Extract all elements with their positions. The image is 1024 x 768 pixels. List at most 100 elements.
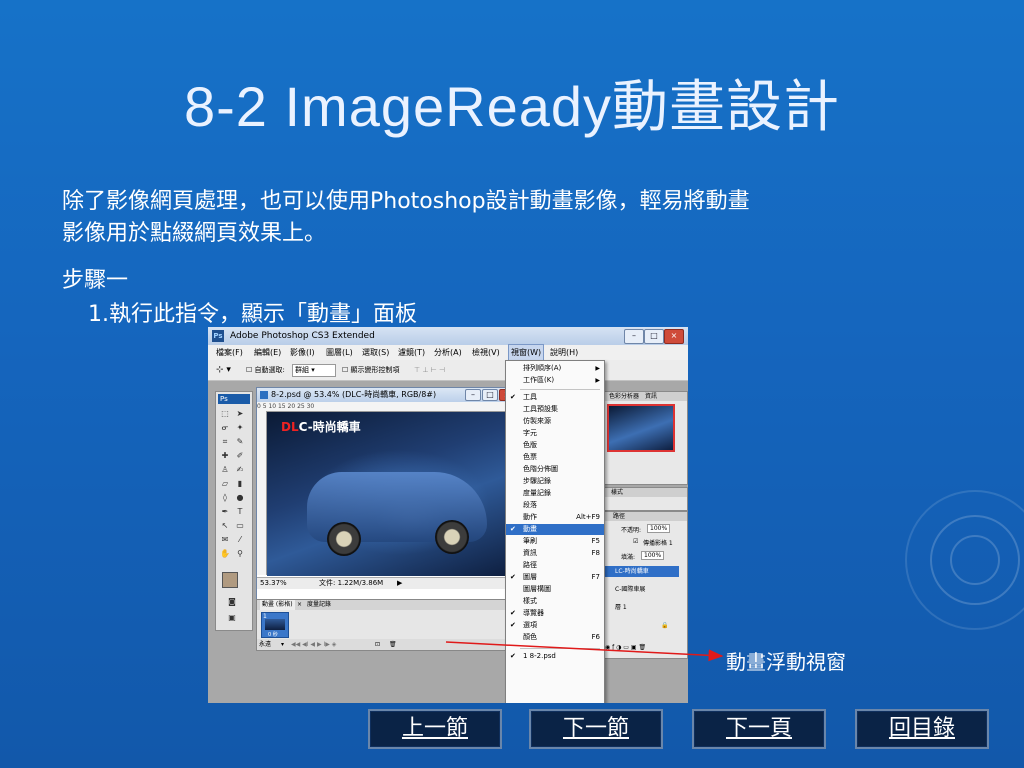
notes-tool-icon[interactable]: ✉: [219, 534, 231, 545]
healing-brush-icon[interactable]: ✚: [219, 450, 231, 461]
frame-delay[interactable]: 0 秒: [268, 631, 278, 638]
menu-image[interactable]: 影像(I): [288, 345, 317, 360]
opacity-field[interactable]: 100%: [647, 524, 671, 533]
shape-tool-icon[interactable]: ▭: [234, 520, 246, 531]
menu-view[interactable]: 檢視(V): [470, 345, 502, 360]
zoom-tool-icon[interactable]: ⚲: [234, 548, 246, 559]
propagate-checkbox[interactable]: ☑: [633, 538, 638, 545]
menu-item-measurement-log[interactable]: 度量記錄: [506, 488, 604, 499]
status-arrow-icon[interactable]: ▶: [397, 578, 402, 589]
menu-item-layers[interactable]: ✔ 圖層 F7: [506, 572, 604, 583]
menu-item-layer-comps[interactable]: 圖層構圖: [506, 584, 604, 595]
menu-item-tools[interactable]: ✔ 工具: [506, 392, 604, 403]
dodge-tool-icon[interactable]: ●: [234, 492, 246, 503]
move-tool-icon[interactable]: ⊹ ▾: [216, 360, 231, 380]
doc-minimize-button[interactable]: –: [465, 389, 481, 401]
crop-tool-icon[interactable]: ⌗: [219, 436, 231, 447]
table-of-contents-button[interactable]: 回目錄: [855, 709, 989, 749]
menu-help[interactable]: 說明(H): [548, 345, 580, 360]
menu-edit[interactable]: 編輯(E): [252, 345, 283, 360]
lasso-tool-icon[interactable]: ᓂ: [219, 422, 231, 433]
layer-name[interactable]: C-國際車展: [615, 584, 645, 593]
tab-measurement-log[interactable]: 度量記錄: [307, 600, 331, 610]
playback-controls-icon[interactable]: ◀◀ ◀I ◀ ▶ I▶ ◈: [291, 639, 336, 650]
next-section-button[interactable]: 下一節: [529, 709, 663, 749]
photoshop-logo-icon: Ps: [212, 330, 224, 342]
menu-item-color[interactable]: 顏色 F6: [506, 632, 604, 643]
history-brush-icon[interactable]: ✍: [234, 464, 246, 475]
brush-tool-icon[interactable]: ✐: [234, 450, 246, 461]
tab-close-icon[interactable]: ×: [297, 600, 302, 610]
menu-window[interactable]: 視窗(W): [508, 344, 545, 361]
menu-layer[interactable]: 圖層(L): [324, 345, 355, 360]
menu-item-tool-presets[interactable]: 工具預設集: [506, 404, 604, 415]
menu-item-styles[interactable]: 樣式: [506, 596, 604, 607]
path-select-icon[interactable]: ↖: [219, 520, 231, 531]
hand-tool-icon[interactable]: ✋: [219, 548, 231, 559]
prev-section-button[interactable]: 上一節: [368, 709, 502, 749]
menu-filter[interactable]: 濾鏡(T): [396, 345, 427, 360]
layer-panel-footer-icons[interactable]: ◉ ƒ ◑ ▭ ▣ 🗑: [605, 644, 646, 651]
align-icons[interactable]: ⊤ ⊥ ⊢ ⊣: [414, 360, 445, 380]
menu-item-swatches[interactable]: 色票: [506, 452, 604, 463]
pen-tool-icon[interactable]: ✒: [219, 506, 231, 517]
blur-tool-icon[interactable]: ◊: [219, 492, 231, 503]
menu-item-animation[interactable]: ✔ 動畫: [506, 524, 604, 535]
doc-maximize-button[interactable]: □: [482, 389, 498, 401]
stamp-tool-icon[interactable]: ♙: [219, 464, 231, 475]
step-instruction: 1.執行此指令，顯示「動畫」面板: [88, 302, 417, 327]
menu-item-character[interactable]: 字元: [506, 428, 604, 439]
minimize-button[interactable]: –: [624, 329, 644, 344]
auto-select-checkbox[interactable]: ☐ 自動選取:: [246, 360, 285, 380]
menu-item-clone-source[interactable]: 仿製來源: [506, 416, 604, 427]
fill-field[interactable]: 100%: [641, 551, 665, 560]
menu-item-workspace[interactable]: 工作區(K) ▶: [506, 375, 604, 386]
tab-animation-frames[interactable]: 動畫 (影格): [260, 600, 295, 610]
loop-select[interactable]: 永遠: [259, 639, 271, 650]
menu-item-paragraph[interactable]: 段落: [506, 500, 604, 511]
menu-item-navigator[interactable]: ✔ 導覽器: [506, 608, 604, 619]
delete-frame-icon[interactable]: 🗑: [389, 639, 397, 650]
eyedropper-icon[interactable]: ⁄: [234, 534, 246, 545]
document-canvas[interactable]: DLC-時尚轎車: [267, 412, 507, 576]
layer-name[interactable]: 層 1: [615, 602, 627, 611]
group-select[interactable]: 群組 ▾: [292, 364, 336, 377]
menu-analysis[interactable]: 分析(A): [432, 345, 464, 360]
loop-dropdown-icon[interactable]: ▾: [281, 639, 284, 650]
new-frame-icon[interactable]: ⊡: [375, 639, 380, 650]
zoom-level[interactable]: 53.37%: [260, 578, 287, 589]
screen-mode-icon[interactable]: ▣: [226, 612, 238, 623]
menu-item-actions[interactable]: 動作 Alt+F9: [506, 512, 604, 523]
menu-item-arrange[interactable]: 排列順序(A) ▶: [506, 363, 604, 374]
menu-select[interactable]: 選取(S): [360, 345, 391, 360]
layer-row-selected[interactable]: LC-時尚轎車: [601, 566, 679, 577]
marquee-tool-icon[interactable]: ⬚: [219, 408, 231, 419]
magic-wand-icon[interactable]: ✦: [234, 422, 246, 433]
show-transform-checkbox[interactable]: ☐ 顯示變形控制項: [342, 360, 400, 380]
menu-item-histogram[interactable]: 色階分佈圖: [506, 464, 604, 475]
navigator-thumbnail[interactable]: [607, 404, 675, 452]
menu-item-open-document[interactable]: ✔ 1 8-2.psd: [506, 651, 604, 662]
maximize-button[interactable]: □: [644, 329, 664, 344]
tab-histogram[interactable]: 色彩分析器: [609, 392, 639, 401]
menu-item-history[interactable]: 步驟記錄: [506, 476, 604, 487]
tab-info[interactable]: 資訊: [645, 392, 657, 401]
menu-item-info[interactable]: 資訊 F8: [506, 548, 604, 559]
close-button[interactable]: ×: [664, 329, 684, 344]
menu-item-options[interactable]: ✔ 選項: [506, 620, 604, 631]
tab-paths[interactable]: 路徑: [613, 512, 625, 521]
tab-styles[interactable]: 樣式: [611, 488, 623, 497]
menu-item-paths[interactable]: 路徑: [506, 560, 604, 571]
menu-file[interactable]: 檔案(F): [214, 345, 245, 360]
quick-mask-icon[interactable]: ◙: [226, 596, 238, 607]
move-tool-icon[interactable]: ➤: [234, 408, 246, 419]
color-swatch[interactable]: [222, 572, 238, 588]
menu-item-channels[interactable]: 色版: [506, 440, 604, 451]
menu-item-brushes[interactable]: 筆刷 F5: [506, 536, 604, 547]
animation-frame[interactable]: 1 0 秒: [261, 612, 289, 638]
gradient-tool-icon[interactable]: ▮: [234, 478, 246, 489]
type-tool-icon[interactable]: T: [234, 506, 246, 517]
eraser-tool-icon[interactable]: ▱: [219, 478, 231, 489]
slice-tool-icon[interactable]: ✎: [234, 436, 246, 447]
next-page-button[interactable]: 下一頁: [692, 709, 826, 749]
